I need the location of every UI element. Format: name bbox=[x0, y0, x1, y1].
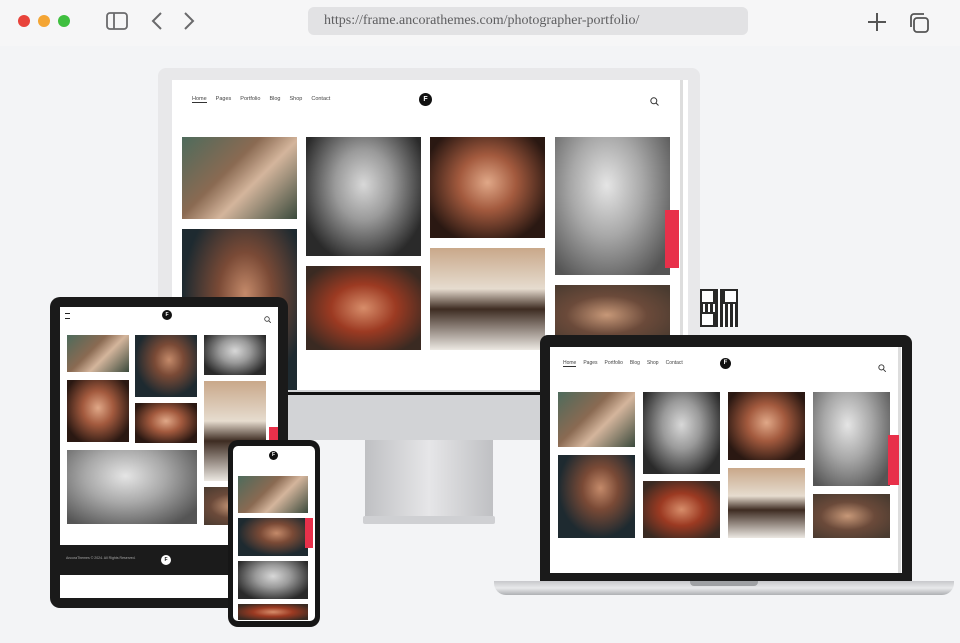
search-icon[interactable] bbox=[264, 310, 272, 328]
photo[interactable] bbox=[238, 476, 308, 513]
photo[interactable] bbox=[643, 392, 720, 474]
side-panel-tabs[interactable] bbox=[665, 210, 679, 268]
search-icon[interactable] bbox=[650, 93, 659, 111]
laptop-screen: Home Pages Portfolio Blog Shop Contact F bbox=[550, 347, 902, 573]
forward-icon[interactable] bbox=[182, 11, 196, 35]
nav-pages[interactable]: Pages bbox=[583, 360, 597, 367]
phone-device: F bbox=[228, 440, 320, 627]
desktop-nav: Home Pages Portfolio Blog Shop Contact bbox=[192, 96, 330, 103]
photo[interactable] bbox=[813, 392, 890, 486]
side-panel-tabs[interactable] bbox=[269, 427, 278, 441]
photo[interactable] bbox=[558, 455, 635, 538]
nav-portfolio[interactable]: Portfolio bbox=[240, 96, 260, 103]
photo[interactable] bbox=[238, 518, 308, 556]
photo[interactable] bbox=[182, 137, 297, 219]
nav-shop[interactable]: Shop bbox=[289, 96, 302, 103]
photo[interactable] bbox=[430, 137, 545, 238]
search-icon[interactable] bbox=[878, 359, 887, 377]
nav-contact[interactable]: Contact bbox=[311, 96, 330, 103]
photo[interactable] bbox=[135, 403, 197, 443]
photo[interactable] bbox=[813, 494, 890, 538]
photo[interactable] bbox=[238, 604, 308, 620]
site-logo[interactable]: F bbox=[720, 358, 731, 369]
photo[interactable] bbox=[67, 450, 197, 524]
new-tab-icon[interactable] bbox=[867, 12, 887, 36]
photo[interactable] bbox=[728, 468, 805, 538]
site-logo[interactable]: F bbox=[269, 451, 278, 460]
nav-contact[interactable]: Contact bbox=[666, 360, 683, 367]
phone-screen: F bbox=[233, 446, 315, 621]
photo[interactable] bbox=[558, 392, 635, 447]
nav-portfolio[interactable]: Portfolio bbox=[605, 360, 623, 367]
maximize-window-button[interactable] bbox=[58, 15, 70, 27]
nav-home[interactable]: Home bbox=[192, 96, 207, 103]
side-panel-tabs[interactable] bbox=[305, 518, 313, 548]
photo[interactable] bbox=[204, 335, 266, 375]
browser-toolbar: https://frame.ancorathemes.com/photograp… bbox=[0, 0, 960, 46]
close-window-button[interactable] bbox=[18, 15, 30, 27]
nav-shop[interactable]: Shop bbox=[647, 360, 659, 367]
photo[interactable] bbox=[238, 561, 308, 599]
qr-code bbox=[700, 289, 738, 327]
menu-icon[interactable] bbox=[65, 313, 70, 319]
laptop-device: Home Pages Portfolio Blog Shop Contact F bbox=[494, 335, 954, 600]
site-logo[interactable]: F bbox=[419, 93, 432, 106]
back-icon[interactable] bbox=[150, 11, 164, 35]
photo[interactable] bbox=[67, 335, 129, 372]
nav-pages[interactable]: Pages bbox=[216, 96, 232, 103]
photo[interactable] bbox=[306, 266, 421, 350]
photo[interactable] bbox=[643, 481, 720, 538]
photo[interactable] bbox=[135, 335, 197, 397]
footer-copyright: AncoraThemes © 2024. All Rights Reserved… bbox=[66, 556, 136, 560]
photo[interactable] bbox=[306, 137, 421, 256]
address-bar[interactable]: https://frame.ancorathemes.com/photograp… bbox=[308, 7, 748, 35]
tab-overview-icon[interactable] bbox=[908, 12, 930, 38]
photo[interactable] bbox=[67, 380, 129, 442]
photo[interactable] bbox=[728, 392, 805, 460]
url-text: https://frame.ancorathemes.com/photograp… bbox=[324, 13, 640, 28]
minimize-window-button[interactable] bbox=[38, 15, 50, 27]
site-logo[interactable]: F bbox=[162, 310, 172, 320]
side-panel-tabs[interactable] bbox=[888, 435, 899, 485]
nav-blog[interactable]: Blog bbox=[269, 96, 280, 103]
nav-blog[interactable]: Blog bbox=[630, 360, 640, 367]
laptop-nav: Home Pages Portfolio Blog Shop Contact bbox=[563, 360, 683, 367]
photo[interactable] bbox=[555, 137, 670, 275]
nav-home[interactable]: Home bbox=[563, 360, 577, 367]
sidebar-toggle-icon[interactable] bbox=[106, 12, 128, 34]
footer-logo[interactable]: F bbox=[161, 555, 171, 565]
